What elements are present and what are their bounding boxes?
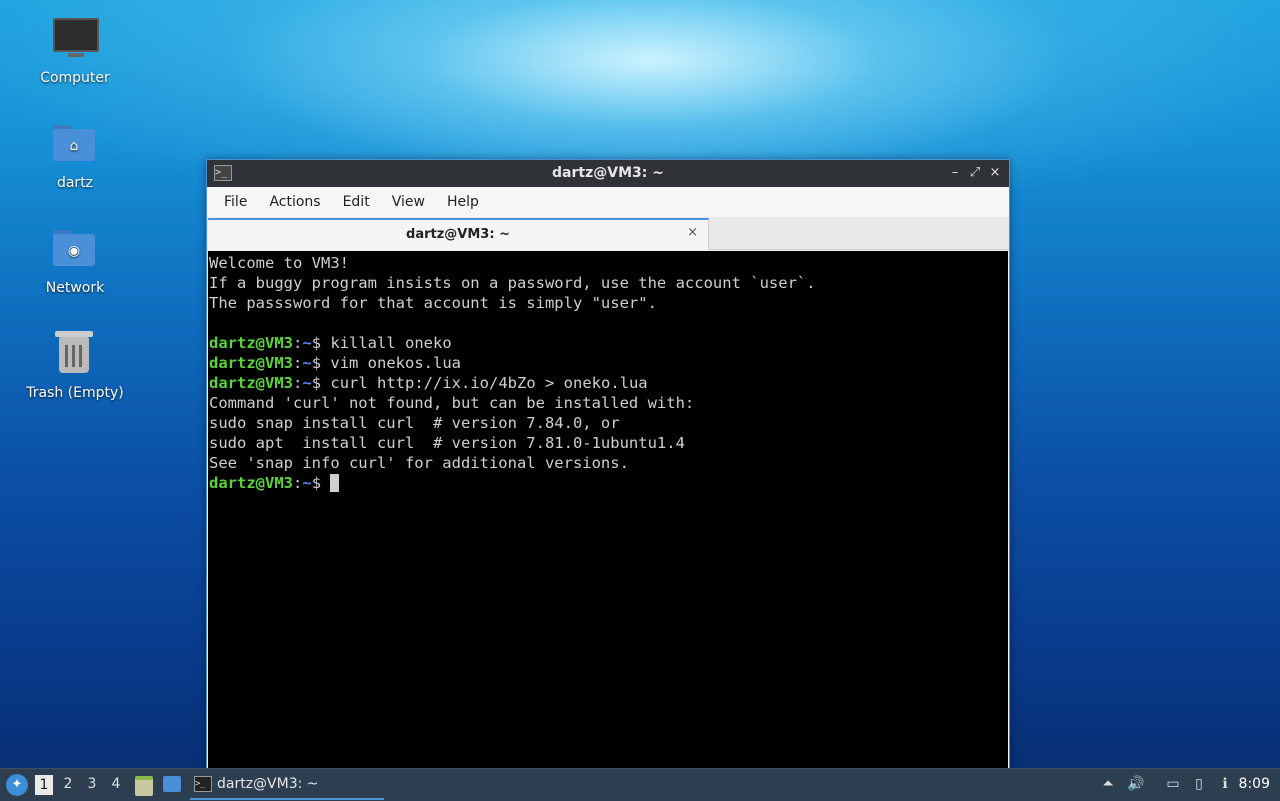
network-tray-icon[interactable]: ▭ xyxy=(1164,775,1182,793)
menu-help[interactable]: Help xyxy=(436,194,490,210)
prompt-dollar: $ xyxy=(311,354,331,372)
prompt-path: ~ xyxy=(302,474,312,492)
volume-icon[interactable]: 🔊 xyxy=(1127,775,1145,793)
tab-terminal[interactable]: dartz@VM3: ~ × xyxy=(208,218,709,250)
desktop-icon-label: Network xyxy=(45,280,105,296)
terminal-output-line: sudo apt install curl # version 7.81.0-1… xyxy=(209,434,685,452)
prompt-separator: : xyxy=(293,354,303,372)
prompt-user: dartz@VM3 xyxy=(209,474,293,492)
window-titlebar[interactable]: >_ dartz@VM3: ~ – ⤢ × xyxy=(207,160,1009,187)
terminal-command-line: dartz@VM3:~$ curl http://ix.io/4bZo > on… xyxy=(209,373,1008,393)
terminal-command-line: dartz@VM3:~$ killall oneko xyxy=(209,333,1008,353)
terminal-output-line: Welcome to VM3! xyxy=(209,254,349,272)
trash-icon xyxy=(51,331,99,379)
terminal-window: >_ dartz@VM3: ~ – ⤢ × File Actions Edit … xyxy=(206,159,1010,773)
terminal-output-line: Command 'curl' not found, but can be ins… xyxy=(209,394,695,412)
desktop-icon-trash[interactable]: Trash (Empty) xyxy=(20,331,130,401)
taskbar-task-terminal[interactable]: >_ dartz@VM3: ~ xyxy=(190,771,384,800)
menu-view[interactable]: View xyxy=(381,194,436,210)
prompt-user: dartz@VM3 xyxy=(209,354,293,372)
notification-icon[interactable]: ℹ xyxy=(1216,775,1234,793)
show-desktop-icon[interactable] xyxy=(163,776,181,792)
network-folder-icon: ◉ xyxy=(51,226,99,274)
close-button[interactable]: × xyxy=(987,164,1003,182)
terminal-command-line: dartz@VM3:~$ vim onekos.lua xyxy=(209,353,1008,373)
terminal-output-line: sudo snap install curl # version 7.84.0,… xyxy=(209,414,620,432)
prompt-path: ~ xyxy=(302,354,312,372)
desktop-icon-label: Computer xyxy=(40,70,110,86)
tab-bar: dartz@VM3: ~ × xyxy=(207,217,1009,250)
prompt-dollar: $ xyxy=(311,334,331,352)
tab-close-icon[interactable]: × xyxy=(687,225,698,240)
workspace-4[interactable]: 4 xyxy=(107,776,125,792)
task-label: dartz@VM3: ~ xyxy=(217,776,319,792)
terminal-output-line: See 'snap info curl' for additional vers… xyxy=(209,454,629,472)
prompt-user: dartz@VM3 xyxy=(209,334,293,352)
menubar: File Actions Edit View Help xyxy=(207,187,1009,217)
prompt-path: ~ xyxy=(302,374,312,392)
desktop-icon-network[interactable]: ◉ Network xyxy=(20,226,130,296)
tab-label: dartz@VM3: ~ xyxy=(406,227,510,242)
terminal-prompt-line: dartz@VM3:~$ xyxy=(209,473,1008,493)
home-folder-icon: ⌂ xyxy=(51,121,99,169)
clipboard-icon[interactable]: ▯ xyxy=(1190,775,1208,793)
prompt-separator: : xyxy=(293,334,303,352)
prompt-dollar: $ xyxy=(311,474,331,492)
file-manager-launcher-icon[interactable] xyxy=(135,776,153,796)
command-text: killall oneko xyxy=(330,334,452,352)
clock[interactable]: 8:09 xyxy=(1239,776,1270,792)
minimize-button[interactable]: – xyxy=(947,164,963,182)
prompt-user: dartz@VM3 xyxy=(209,374,293,392)
menu-actions[interactable]: Actions xyxy=(258,194,331,210)
text-cursor xyxy=(330,474,340,492)
prompt-separator: : xyxy=(293,374,303,392)
command-text: vim onekos.lua xyxy=(330,354,462,372)
terminal-output[interactable]: Welcome to VM3! If a buggy program insist… xyxy=(208,251,1008,772)
workspace-1[interactable]: 1 xyxy=(35,775,53,795)
terminal-task-icon: >_ xyxy=(194,776,212,792)
desktop-icon-label: dartz xyxy=(56,175,94,191)
maximize-button[interactable]: ⤢ xyxy=(967,164,983,182)
workspace-2[interactable]: 2 xyxy=(59,776,77,792)
desktop-icon-home-folder[interactable]: ⌂ dartz xyxy=(20,121,130,191)
desktop-icon-computer[interactable]: Computer xyxy=(20,16,130,86)
prompt-path: ~ xyxy=(302,334,312,352)
terminal-output-line: If a buggy program insists on a password… xyxy=(209,274,816,292)
prompt-dollar: $ xyxy=(311,374,331,392)
command-text: curl http://ix.io/4bZo > oneko.lua xyxy=(330,374,648,392)
workspace-3[interactable]: 3 xyxy=(83,776,101,792)
terminal-output-line: The passsword for that account is simply… xyxy=(209,294,657,312)
window-title: dartz@VM3: ~ xyxy=(552,165,664,181)
start-menu-icon[interactable]: ✦ xyxy=(6,774,28,796)
desktop-icon-label: Trash (Empty) xyxy=(26,385,124,401)
taskbar: ✦ 1 2 3 4 >_ dartz@VM3: ~ ⏶ 🔊 ▭ ▯ ℹ 8:09 xyxy=(0,768,1280,801)
computer-icon xyxy=(51,16,99,64)
tray-up-arrow-icon[interactable]: ⏶ xyxy=(1099,775,1117,793)
menu-edit[interactable]: Edit xyxy=(332,194,381,210)
menu-file[interactable]: File xyxy=(213,194,258,210)
prompt-separator: : xyxy=(293,474,303,492)
